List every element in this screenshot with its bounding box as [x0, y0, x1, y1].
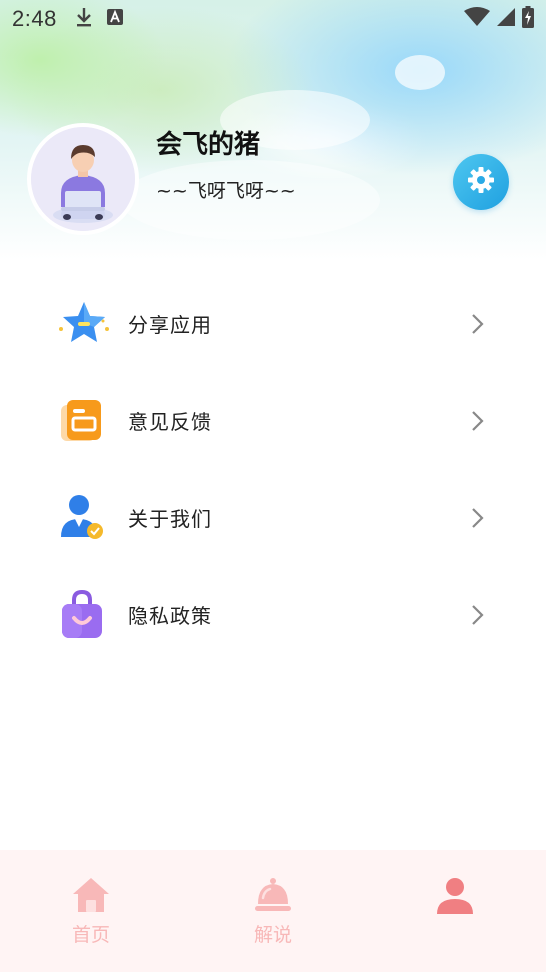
profile-header: 会飞的猪 ~~飞呀飞呀~~	[0, 120, 546, 240]
feedback-doc-icon	[57, 396, 107, 446]
menu-item-label: 意见反馈	[128, 410, 212, 434]
status-bar: 2:48	[0, 0, 546, 38]
cloud-decoration	[395, 55, 445, 90]
bottom-tab-bar: 首页 解说	[0, 850, 546, 972]
menu-item-about-us[interactable]: 关于我们	[0, 469, 546, 566]
menu-item-share-app[interactable]: 分享应用	[0, 275, 546, 372]
wifi-icon	[464, 7, 490, 31]
chevron-right-icon	[468, 603, 486, 627]
menu-item-privacy-policy[interactable]: 隐私政策	[0, 566, 546, 663]
star-icon	[57, 299, 109, 349]
battery-charging-icon	[522, 6, 534, 32]
username: 会飞的猪	[156, 130, 261, 160]
tab-label: 首页	[71, 924, 110, 946]
chevron-right-icon	[468, 506, 486, 530]
signal-icon	[496, 7, 516, 31]
gear-icon	[466, 165, 496, 199]
menu-item-feedback[interactable]: 意见反馈	[0, 372, 546, 469]
tab-label: 解说	[253, 924, 292, 946]
menu-item-label: 隐私政策	[128, 604, 212, 628]
chevron-right-icon	[468, 409, 486, 433]
person-icon	[435, 876, 475, 920]
privacy-bag-icon	[57, 589, 107, 640]
tab-profile[interactable]	[410, 876, 500, 946]
tab-commentary[interactable]: 解说	[228, 876, 318, 946]
status-time: 2:48	[12, 6, 57, 31]
avatar[interactable]	[27, 123, 139, 235]
settings-menu: 分享应用 意见反馈 关于我们 隐私政策	[0, 275, 546, 663]
tab-home[interactable]: 首页	[46, 876, 136, 946]
bell-icon	[253, 876, 293, 918]
home-icon	[71, 876, 111, 918]
download-icon	[75, 7, 93, 31]
text-a-icon	[106, 9, 123, 29]
chevron-right-icon	[468, 312, 486, 336]
user-signature: ~~飞呀飞呀~~	[156, 180, 296, 202]
menu-item-label: 关于我们	[128, 507, 212, 531]
settings-button[interactable]	[453, 154, 509, 210]
menu-item-label: 分享应用	[128, 313, 212, 337]
user-verified-icon	[57, 493, 107, 543]
